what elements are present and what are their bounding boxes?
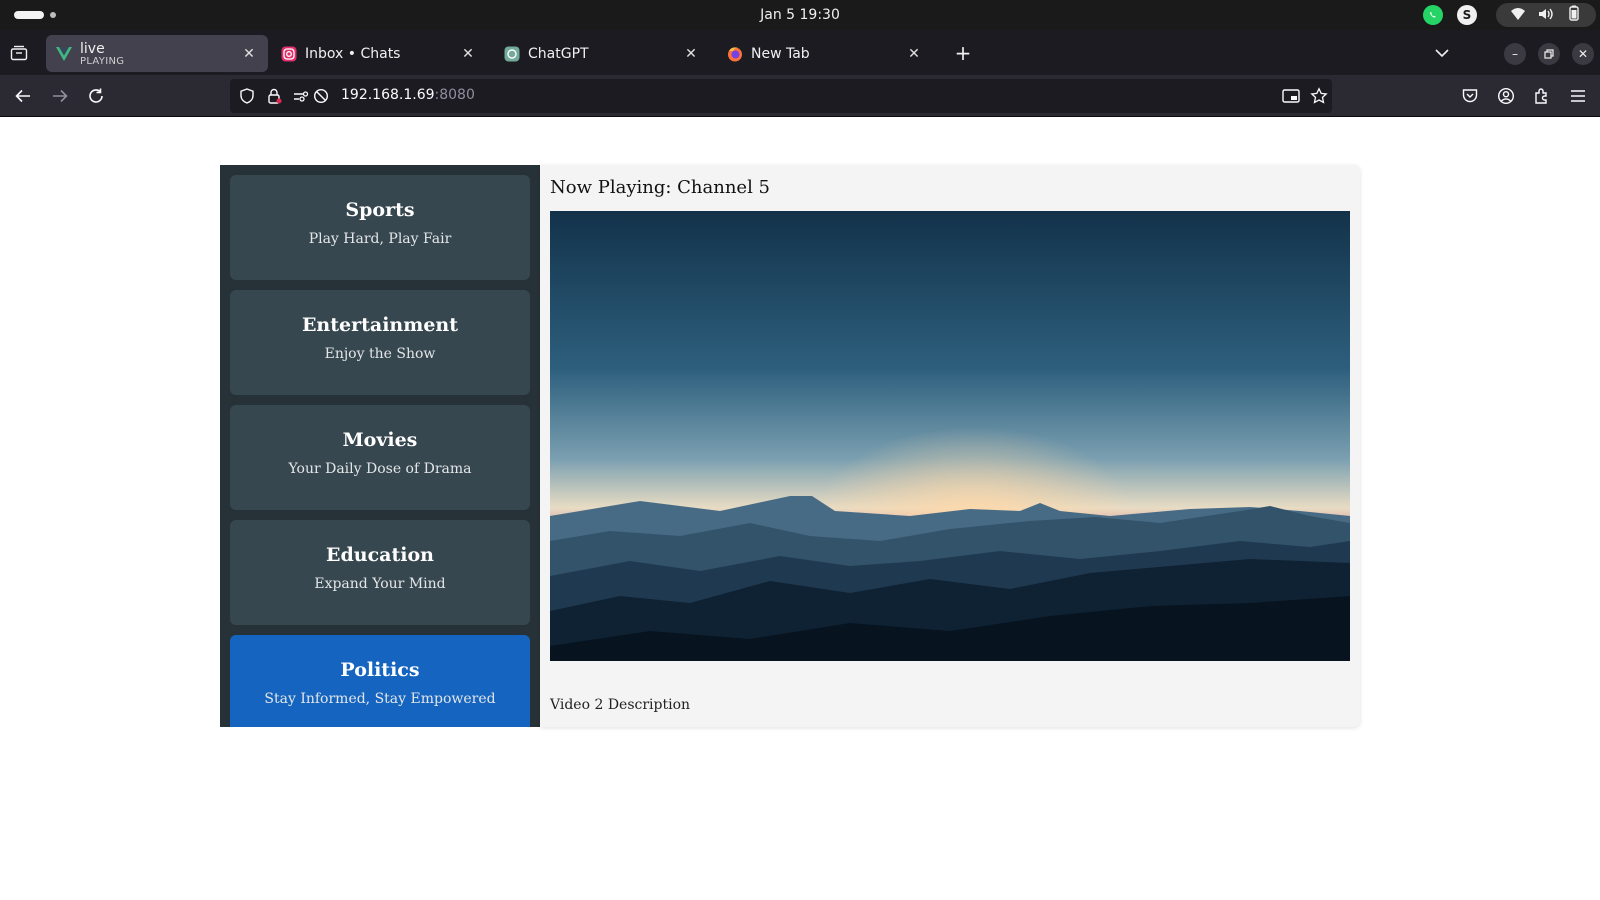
channel-title: Movies bbox=[342, 429, 418, 451]
tab-title: ChatGPT bbox=[528, 45, 589, 62]
video-player[interactable] bbox=[550, 211, 1350, 661]
extensions-icon[interactable] bbox=[1530, 84, 1554, 108]
restore-icon[interactable] bbox=[1538, 43, 1560, 65]
account-icon[interactable] bbox=[1494, 84, 1518, 108]
channel-tagline: Enjoy the Show bbox=[324, 346, 436, 362]
channel-card-education[interactable]: Education Expand Your Mind bbox=[230, 520, 530, 625]
channel-tagline: Expand Your Mind bbox=[314, 576, 446, 592]
channel-card-politics[interactable]: Politics Stay Informed, Stay Empowered bbox=[230, 635, 530, 727]
now-playing-title: Now Playing: Channel 5 bbox=[550, 177, 771, 198]
pocket-icon[interactable] bbox=[1458, 84, 1482, 108]
live-tv-app: Sports Play Hard, Play Fair Entertainmen… bbox=[220, 165, 1360, 727]
close-tab-icon[interactable]: ✕ bbox=[240, 45, 258, 63]
channel-card-entertainment[interactable]: Entertainment Enjoy the Show bbox=[230, 290, 530, 395]
system-top-bar: Jan 5 19:30 S bbox=[0, 0, 1600, 30]
workspace-dot bbox=[50, 12, 56, 18]
workspace-pill bbox=[14, 11, 44, 19]
firefox-icon bbox=[727, 46, 743, 62]
tab-title: Inbox • Chats bbox=[305, 45, 401, 62]
url-host: 192.168.1.69 bbox=[341, 87, 435, 103]
tab-live[interactable]: live PLAYING ✕ bbox=[46, 35, 268, 72]
tab-chatgpt[interactable]: ChatGPT ✕ bbox=[494, 35, 710, 72]
minimize-icon[interactable]: – bbox=[1504, 43, 1526, 65]
skype-icon[interactable]: S bbox=[1457, 5, 1477, 25]
menu-icon[interactable] bbox=[1566, 84, 1590, 108]
volume-icon bbox=[1538, 6, 1554, 25]
insecure-lock-icon[interactable] bbox=[265, 87, 283, 105]
video-description: Video 2 Description bbox=[550, 697, 691, 713]
channel-title: Sports bbox=[345, 199, 415, 221]
permissions-icon[interactable] bbox=[292, 87, 310, 105]
chevron-down-icon[interactable] bbox=[1432, 43, 1452, 63]
close-tab-icon[interactable]: ✕ bbox=[905, 45, 923, 63]
channel-title: Education bbox=[326, 544, 434, 566]
player-panel: Now Playing: Channel 5 Video 2 Descripti… bbox=[540, 165, 1360, 727]
tab-list-icon[interactable] bbox=[8, 42, 30, 64]
new-tab-icon[interactable]: + bbox=[952, 43, 974, 65]
tab-new-tab[interactable]: New Tab ✕ bbox=[717, 35, 933, 72]
chatgpt-icon bbox=[504, 46, 520, 62]
channel-title: Politics bbox=[340, 659, 420, 681]
whatsapp-icon[interactable] bbox=[1423, 5, 1443, 25]
system-status-menu[interactable] bbox=[1496, 3, 1596, 27]
picture-in-picture-icon[interactable] bbox=[1282, 87, 1300, 105]
channel-card-sports[interactable]: Sports Play Hard, Play Fair bbox=[230, 175, 530, 280]
tab-title: live bbox=[80, 40, 105, 57]
tab-title: New Tab bbox=[751, 45, 810, 62]
shield-icon[interactable] bbox=[238, 87, 256, 105]
reload-icon[interactable] bbox=[84, 84, 108, 108]
wifi-icon bbox=[1510, 6, 1526, 25]
channel-card-movies[interactable]: Movies Your Daily Dose of Drama bbox=[230, 405, 530, 510]
tracking-protection-off-icon[interactable] bbox=[312, 87, 330, 105]
address-bar[interactable]: 192.168.1.69:8080 bbox=[230, 79, 1332, 113]
channel-tagline: Play Hard, Play Fair bbox=[308, 231, 452, 247]
channel-tagline: Stay Informed, Stay Empowered bbox=[264, 691, 496, 707]
browser-tab-bar: live PLAYING ✕ Inbox • Chats ✕ ChatGPT ✕… bbox=[0, 30, 1600, 75]
vue-icon bbox=[56, 46, 72, 62]
tab-playing-status: PLAYING bbox=[80, 55, 125, 67]
channel-title: Entertainment bbox=[301, 314, 459, 336]
tab-inbox-chats[interactable]: Inbox • Chats ✕ bbox=[271, 35, 487, 72]
instagram-icon bbox=[281, 46, 297, 62]
close-tab-icon[interactable]: ✕ bbox=[682, 45, 700, 63]
browser-toolbar: 192.168.1.69:8080 bbox=[0, 75, 1600, 117]
video-frame-mountain-sunset bbox=[550, 211, 1350, 661]
url-text[interactable]: 192.168.1.69:8080 bbox=[341, 87, 475, 103]
forward-icon[interactable] bbox=[48, 84, 72, 108]
channel-sidebar: Sports Play Hard, Play Fair Entertainmen… bbox=[220, 165, 540, 727]
close-tab-icon[interactable]: ✕ bbox=[459, 45, 477, 63]
url-port: :8080 bbox=[434, 87, 475, 103]
activities-indicator[interactable] bbox=[14, 11, 56, 19]
battery-icon bbox=[1566, 5, 1582, 25]
clock[interactable]: Jan 5 19:30 bbox=[0, 7, 1600, 23]
close-window-icon[interactable]: ✕ bbox=[1572, 43, 1594, 65]
channel-tagline: Your Daily Dose of Drama bbox=[288, 461, 472, 477]
bookmark-star-icon[interactable] bbox=[1310, 87, 1328, 105]
back-icon[interactable] bbox=[11, 84, 35, 108]
